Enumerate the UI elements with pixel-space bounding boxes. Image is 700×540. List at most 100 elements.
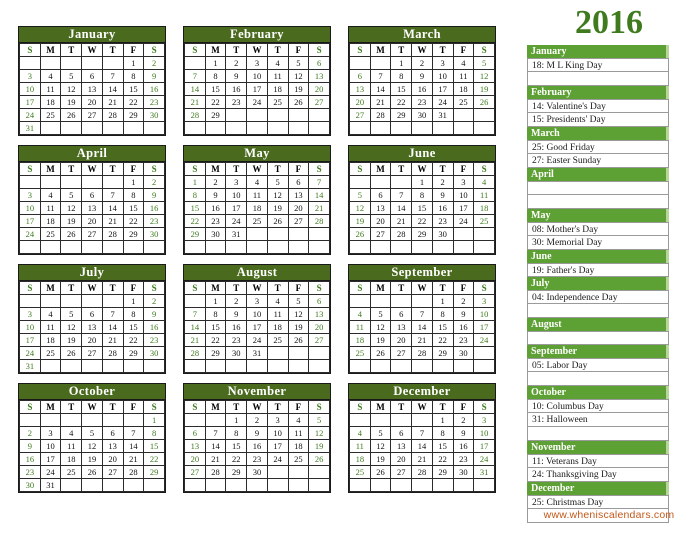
day-cell[interactable]: 24 xyxy=(431,95,454,109)
day-cell[interactable]: 24 xyxy=(473,452,495,466)
day-cell[interactable]: 1 xyxy=(122,175,145,189)
day-cell[interactable]: 20 xyxy=(390,333,413,347)
day-cell[interactable]: 30 xyxy=(143,346,165,360)
day-cell[interactable]: 21 xyxy=(308,201,330,215)
day-cell[interactable]: 14 xyxy=(390,201,413,215)
day-cell[interactable]: 6 xyxy=(287,175,310,189)
day-cell[interactable]: 15 xyxy=(431,439,454,453)
day-cell[interactable]: 18 xyxy=(60,452,83,466)
day-cell[interactable]: 27 xyxy=(308,95,330,109)
day-cell[interactable]: 1 xyxy=(143,413,165,427)
day-cell[interactable]: 23 xyxy=(143,333,165,347)
day-cell[interactable]: 2 xyxy=(19,426,41,440)
day-cell[interactable]: 10 xyxy=(452,188,475,202)
day-cell[interactable]: 10 xyxy=(473,307,495,321)
day-cell[interactable]: 17 xyxy=(19,214,41,228)
day-cell[interactable]: 15 xyxy=(225,439,248,453)
day-cell[interactable]: 21 xyxy=(184,95,206,109)
day-cell[interactable]: 10 xyxy=(473,426,495,440)
day-cell[interactable]: 11 xyxy=(39,82,62,96)
day-cell[interactable]: 9 xyxy=(19,439,41,453)
day-cell[interactable]: 1 xyxy=(411,175,433,189)
day-cell[interactable]: 1 xyxy=(431,294,454,308)
day-cell[interactable]: 8 xyxy=(122,307,145,321)
day-cell[interactable]: 11 xyxy=(39,320,62,334)
day-cell[interactable]: 19 xyxy=(60,214,83,228)
day-cell[interactable]: 25 xyxy=(266,95,289,109)
day-cell[interactable]: 23 xyxy=(431,214,454,228)
day-cell[interactable]: 20 xyxy=(308,82,330,96)
day-cell[interactable]: 6 xyxy=(81,188,103,202)
day-cell[interactable]: 1 xyxy=(225,413,248,427)
day-cell[interactable]: 29 xyxy=(122,346,145,360)
day-cell[interactable]: 19 xyxy=(369,333,392,347)
day-cell[interactable]: 27 xyxy=(349,108,371,122)
day-cell[interactable]: 28 xyxy=(308,214,330,228)
day-cell[interactable]: 14 xyxy=(101,201,124,215)
day-cell[interactable]: 9 xyxy=(452,307,475,321)
day-cell[interactable]: 24 xyxy=(246,333,268,347)
day-cell[interactable]: 27 xyxy=(184,465,206,479)
day-cell[interactable]: 9 xyxy=(225,307,248,321)
holiday-entry[interactable]: 11: Veterans Day xyxy=(527,454,669,468)
day-cell[interactable]: 21 xyxy=(101,333,124,347)
day-cell[interactable]: 8 xyxy=(204,307,227,321)
day-cell[interactable]: 18 xyxy=(349,452,371,466)
day-cell[interactable]: 26 xyxy=(81,465,103,479)
day-cell[interactable]: 11 xyxy=(349,320,371,334)
day-cell[interactable]: 17 xyxy=(39,452,62,466)
day-cell[interactable]: 5 xyxy=(266,175,289,189)
day-cell[interactable]: 25 xyxy=(39,108,62,122)
day-cell[interactable]: 26 xyxy=(60,346,83,360)
day-cell[interactable]: 24 xyxy=(246,95,268,109)
day-cell[interactable]: 31 xyxy=(225,227,248,241)
day-cell[interactable]: 12 xyxy=(287,307,310,321)
day-cell[interactable]: 14 xyxy=(101,320,124,334)
day-cell[interactable]: 9 xyxy=(143,188,165,202)
day-cell[interactable]: 22 xyxy=(431,333,454,347)
day-cell[interactable]: 25 xyxy=(349,465,371,479)
day-cell[interactable]: 29 xyxy=(122,227,145,241)
holiday-entry[interactable]: 15: Presidents' Day xyxy=(527,113,669,127)
day-cell[interactable]: 4 xyxy=(266,56,289,70)
day-cell[interactable]: 7 xyxy=(411,426,433,440)
day-cell[interactable]: 1 xyxy=(431,413,454,427)
day-cell[interactable]: 14 xyxy=(369,82,392,96)
holiday-entry[interactable]: 31: Halloween xyxy=(527,413,669,427)
day-cell[interactable]: 19 xyxy=(287,320,310,334)
day-cell[interactable]: 2 xyxy=(246,413,268,427)
day-cell[interactable]: 18 xyxy=(473,201,495,215)
day-cell[interactable]: 17 xyxy=(19,95,41,109)
day-cell[interactable]: 30 xyxy=(411,108,433,122)
day-cell[interactable]: 3 xyxy=(266,413,289,427)
day-cell[interactable]: 4 xyxy=(473,175,495,189)
day-cell[interactable]: 21 xyxy=(101,214,124,228)
day-cell[interactable]: 25 xyxy=(473,214,495,228)
day-cell[interactable]: 25 xyxy=(39,346,62,360)
day-cell[interactable]: 30 xyxy=(204,227,227,241)
day-cell[interactable]: 20 xyxy=(184,452,206,466)
day-cell[interactable]: 19 xyxy=(369,452,392,466)
holiday-entry[interactable]: 25: Good Friday xyxy=(527,140,669,154)
day-cell[interactable]: 16 xyxy=(452,439,475,453)
day-cell[interactable]: 20 xyxy=(81,214,103,228)
day-cell[interactable]: 5 xyxy=(60,188,83,202)
day-cell[interactable]: 17 xyxy=(431,82,454,96)
day-cell[interactable]: 7 xyxy=(390,188,413,202)
day-cell[interactable]: 18 xyxy=(39,214,62,228)
day-cell[interactable]: 12 xyxy=(266,188,289,202)
day-cell[interactable]: 16 xyxy=(19,452,41,466)
day-cell[interactable]: 16 xyxy=(225,82,248,96)
day-cell[interactable]: 13 xyxy=(390,320,413,334)
day-cell[interactable]: 14 xyxy=(411,439,433,453)
day-cell[interactable]: 2 xyxy=(452,294,475,308)
day-cell[interactable]: 20 xyxy=(349,95,371,109)
day-cell[interactable]: 18 xyxy=(266,82,289,96)
day-cell[interactable]: 12 xyxy=(81,439,103,453)
day-cell[interactable]: 23 xyxy=(452,452,475,466)
day-cell[interactable]: 10 xyxy=(19,320,41,334)
day-cell[interactable]: 17 xyxy=(19,333,41,347)
day-cell[interactable]: 19 xyxy=(308,439,330,453)
day-cell[interactable]: 22 xyxy=(122,214,145,228)
day-cell[interactable]: 11 xyxy=(266,69,289,83)
